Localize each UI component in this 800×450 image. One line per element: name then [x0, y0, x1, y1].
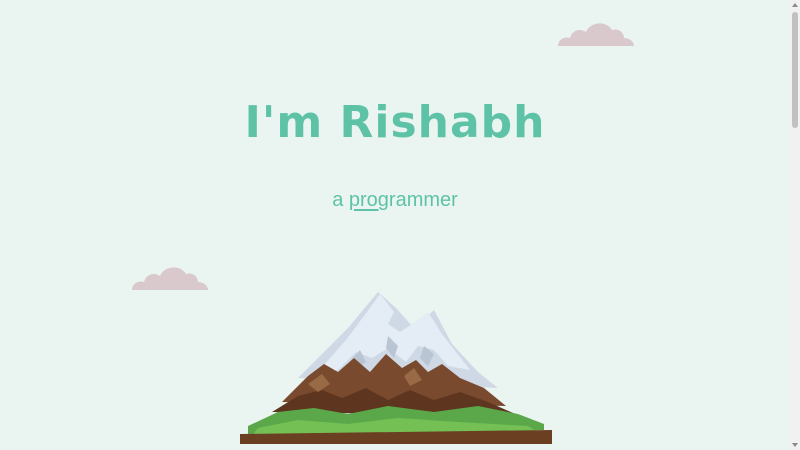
- scroll-up-icon[interactable]: [792, 3, 798, 7]
- cloud-icon: [132, 267, 208, 290]
- subtitle-prefix: a: [332, 189, 349, 211]
- page-viewport: I'm Rishabh a programmer: [0, 0, 790, 450]
- subtitle-rest-text: rammer: [388, 189, 458, 211]
- cloud-icon: [558, 23, 634, 46]
- hero-title: I'm Rishabh: [244, 97, 546, 148]
- vertical-scrollbar[interactable]: [790, 0, 800, 450]
- hero-subtitle: a programmer: [0, 189, 790, 212]
- subtitle-typed-text: prog: [348, 189, 389, 211]
- mountain-illustration: [240, 292, 552, 444]
- scrollbar-thumb[interactable]: [792, 12, 798, 128]
- scroll-down-icon[interactable]: [792, 443, 798, 447]
